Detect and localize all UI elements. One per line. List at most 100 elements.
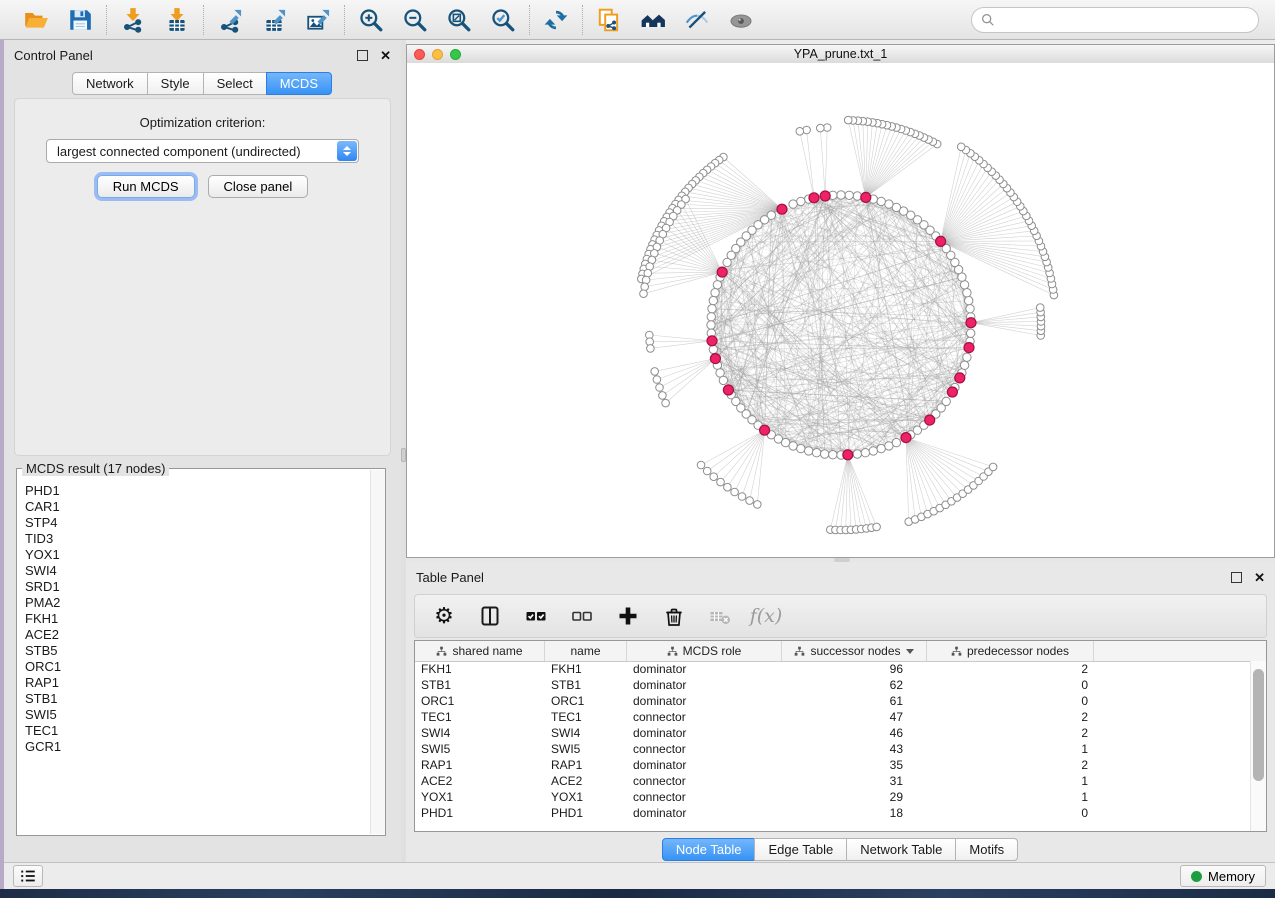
table-cell[interactable]: 2	[927, 758, 1094, 772]
network-graph-svg[interactable]	[407, 63, 1274, 557]
table-cell[interactable]: ORC1	[415, 694, 545, 708]
result-item[interactable]: TID3	[25, 531, 370, 547]
table-cell[interactable]: SWI4	[545, 726, 627, 740]
mcds-result-scrollbar[interactable]	[370, 470, 385, 834]
tab-mcds[interactable]: MCDS	[266, 72, 332, 95]
columns-icon[interactable]	[477, 603, 503, 629]
result-item[interactable]: STP4	[25, 515, 370, 531]
tab-style[interactable]: Style	[147, 72, 204, 95]
table-cell[interactable]: 61	[782, 694, 927, 708]
result-item[interactable]: STB5	[25, 643, 370, 659]
run-mcds-button[interactable]: Run MCDS	[97, 175, 195, 198]
import-network-icon[interactable]	[119, 6, 147, 34]
copy-network-icon[interactable]	[595, 6, 623, 34]
close-panel-icon[interactable]: ✕	[380, 49, 391, 62]
table-cell[interactable]: connector	[627, 710, 782, 724]
search-input[interactable]	[1000, 11, 1249, 28]
table-row[interactable]: SWI4SWI4dominator462	[415, 725, 1251, 741]
result-item[interactable]: SWI4	[25, 563, 370, 579]
table-cell[interactable]: ORC1	[545, 694, 627, 708]
table-row[interactable]: ORC1ORC1dominator610	[415, 693, 1251, 709]
table-cell[interactable]: FKH1	[545, 662, 627, 676]
table-cell[interactable]: dominator	[627, 662, 782, 676]
export-network-icon[interactable]	[216, 6, 244, 34]
table-cell[interactable]: STB1	[545, 678, 627, 692]
table-cell[interactable]: RAP1	[415, 758, 545, 772]
table-cell[interactable]: STB1	[415, 678, 545, 692]
table-cell[interactable]: 1	[927, 742, 1094, 756]
trash-icon[interactable]	[661, 603, 687, 629]
close-panel-button[interactable]: Close panel	[208, 175, 309, 198]
zoom-selected-icon[interactable]	[489, 6, 517, 34]
result-item[interactable]: FKH1	[25, 611, 370, 627]
search-box[interactable]	[971, 7, 1259, 33]
table-cell[interactable]: connector	[627, 742, 782, 756]
table-row[interactable]: YOX1YOX1connector291	[415, 789, 1251, 805]
table-cell[interactable]: connector	[627, 790, 782, 804]
table-cell[interactable]: dominator	[627, 758, 782, 772]
table-cell[interactable]: 96	[782, 662, 927, 676]
table-cell[interactable]: YOX1	[545, 790, 627, 804]
close-table-panel-icon[interactable]: ✕	[1254, 571, 1265, 584]
add-column-icon[interactable]	[615, 603, 641, 629]
deselect-all-icon[interactable]	[569, 603, 595, 629]
float-table-panel-icon[interactable]	[1231, 572, 1242, 583]
table-cell[interactable]: 2	[927, 726, 1094, 740]
table-cell[interactable]: SWI4	[415, 726, 545, 740]
tab-motifs[interactable]: Motifs	[955, 838, 1018, 861]
column-header-name[interactable]: name	[545, 641, 627, 661]
eye-icon[interactable]	[727, 6, 755, 34]
table-cell[interactable]: PHD1	[545, 806, 627, 820]
result-item[interactable]: PHD1	[25, 483, 370, 499]
table-row[interactable]: PHD1PHD1dominator180	[415, 805, 1251, 821]
table-cell[interactable]: connector	[627, 774, 782, 788]
select-all-icon[interactable]	[523, 603, 549, 629]
table-cell[interactable]: FKH1	[415, 662, 545, 676]
table-cell[interactable]: TEC1	[545, 710, 627, 724]
table-cell[interactable]: dominator	[627, 678, 782, 692]
table-cell[interactable]: 2	[927, 662, 1094, 676]
table-cell[interactable]: dominator	[627, 694, 782, 708]
gear-icon[interactable]: ⚙	[431, 603, 457, 629]
table-cell[interactable]: ACE2	[415, 774, 545, 788]
table-cell[interactable]: 0	[927, 806, 1094, 820]
network-canvas[interactable]	[407, 63, 1274, 557]
criterion-select[interactable]: largest connected component (undirected)	[46, 139, 359, 163]
mcds-result-list[interactable]: PHD1CAR1STP4TID3YOX1SWI4SRD1PMA2FKH1ACE2…	[17, 475, 370, 835]
export-image-icon[interactable]	[304, 6, 332, 34]
table-cell[interactable]: 43	[782, 742, 927, 756]
result-item[interactable]: PMA2	[25, 595, 370, 611]
table-cell[interactable]: 0	[927, 678, 1094, 692]
zoom-fit-icon[interactable]	[445, 6, 473, 34]
two-houses-icon[interactable]	[639, 6, 667, 34]
result-item[interactable]: RAP1	[25, 675, 370, 691]
zoom-out-icon[interactable]	[401, 6, 429, 34]
result-item[interactable]: ACE2	[25, 627, 370, 643]
table-cell[interactable]: ACE2	[545, 774, 627, 788]
table-cell[interactable]: SWI5	[415, 742, 545, 756]
table-cell[interactable]: 2	[927, 710, 1094, 724]
tab-network-table[interactable]: Network Table	[846, 838, 956, 861]
result-item[interactable]: ORC1	[25, 659, 370, 675]
eye-slash-icon[interactable]	[683, 6, 711, 34]
result-item[interactable]: TEC1	[25, 723, 370, 739]
table-cell[interactable]: 18	[782, 806, 927, 820]
table-cell[interactable]: dominator	[627, 726, 782, 740]
tab-edge-table[interactable]: Edge Table	[754, 838, 847, 861]
table-cell[interactable]: 29	[782, 790, 927, 804]
table-scrollbar[interactable]	[1250, 661, 1266, 831]
save-icon[interactable]	[66, 6, 94, 34]
table-cell[interactable]: SWI5	[545, 742, 627, 756]
table-cell[interactable]: 47	[782, 710, 927, 724]
refresh-icon[interactable]	[542, 6, 570, 34]
table-row[interactable]: RAP1RAP1dominator352	[415, 757, 1251, 773]
table-cell[interactable]: TEC1	[415, 710, 545, 724]
table-row[interactable]: TEC1TEC1connector472	[415, 709, 1251, 725]
result-item[interactable]: CAR1	[25, 499, 370, 515]
table-cell[interactable]: 62	[782, 678, 927, 692]
table-cell[interactable]: 1	[927, 790, 1094, 804]
column-header-shared-name[interactable]: shared name	[415, 641, 545, 661]
column-header-successor-nodes[interactable]: successor nodes	[782, 641, 927, 661]
table-cell[interactable]: 46	[782, 726, 927, 740]
tab-network[interactable]: Network	[72, 72, 148, 95]
